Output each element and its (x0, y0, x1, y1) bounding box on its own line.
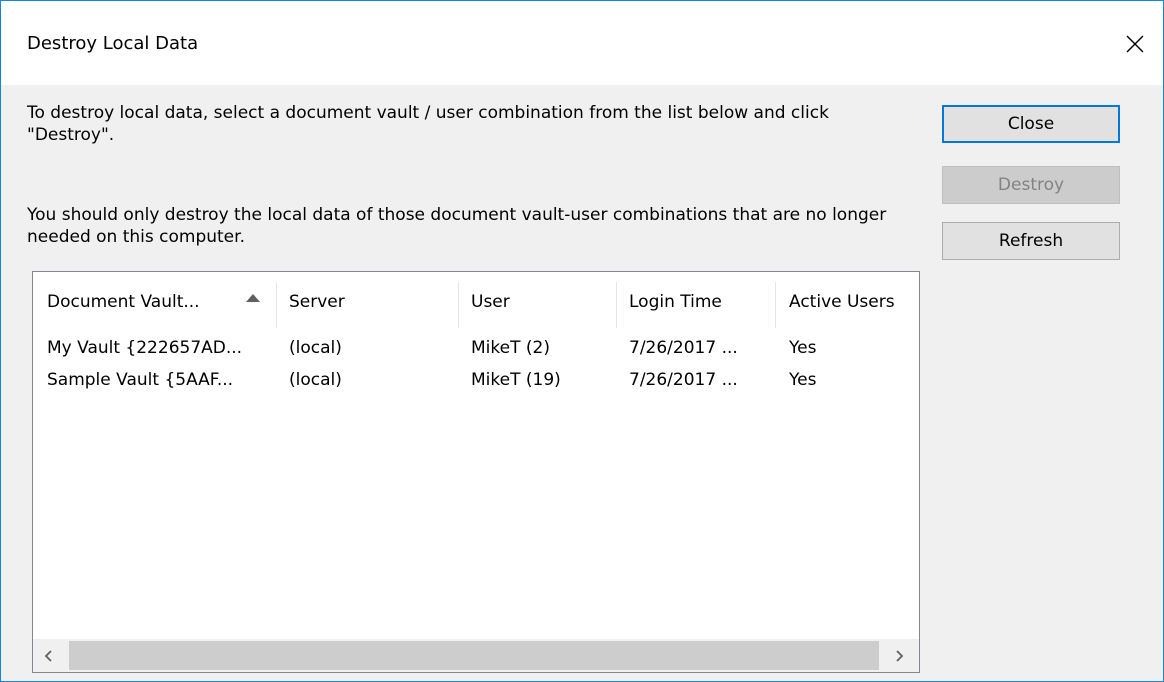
cell-server: (local) (289, 338, 342, 358)
scrollbar-thumb[interactable] (69, 641, 879, 670)
column-header-label: Document Vault... (47, 292, 200, 312)
column-header-label: Login Time (629, 292, 722, 312)
cell-active-users: Yes (789, 370, 817, 390)
cell-user: MikeT (19) (471, 370, 561, 390)
cell-document-vault: Sample Vault {5AAF... (47, 370, 234, 390)
instruction-text-warning: You should only destroy the local data o… (27, 205, 887, 247)
cell-active-users: Yes (789, 338, 817, 358)
column-divider[interactable] (458, 282, 459, 328)
cell-login-time: 7/26/2017 ... (629, 338, 738, 358)
column-header-label: Server (289, 292, 345, 312)
column-header-document-vault[interactable]: Document Vault... (47, 282, 277, 328)
title-bar: Destroy Local Data (1, 1, 1163, 85)
title-close-button[interactable] (1107, 17, 1163, 73)
destroy-local-data-dialog: Destroy Local Data To destroy local data… (0, 0, 1164, 682)
cell-document-vault: My Vault {222657AD... (47, 338, 243, 358)
column-header-user[interactable]: User (471, 282, 616, 328)
scroll-right-button[interactable] (885, 639, 919, 672)
horizontal-scrollbar[interactable] (33, 639, 919, 672)
destroy-button[interactable]: Destroy (942, 166, 1120, 204)
list-header: Document Vault... Server User Login Time… (33, 272, 919, 330)
vault-user-list[interactable]: Document Vault... Server User Login Time… (32, 271, 920, 673)
table-row[interactable]: My Vault {222657AD... (local) MikeT (2) … (33, 332, 919, 364)
refresh-button[interactable]: Refresh (942, 222, 1120, 260)
close-button[interactable]: Close (942, 105, 1120, 143)
instruction-text-select: To destroy local data, select a document… (27, 103, 829, 145)
cell-server: (local) (289, 370, 342, 390)
column-header-login-time[interactable]: Login Time (629, 282, 774, 328)
column-divider[interactable] (276, 282, 277, 328)
table-row[interactable]: Sample Vault {5AAF... (local) MikeT (19)… (33, 364, 919, 396)
column-header-label: Active Users (789, 292, 895, 312)
cell-login-time: 7/26/2017 ... (629, 370, 738, 390)
column-divider[interactable] (775, 282, 776, 328)
column-header-label: User (471, 292, 510, 312)
column-header-active-users[interactable]: Active Users (789, 282, 919, 328)
dialog-title: Destroy Local Data (27, 33, 199, 54)
scroll-right-icon (896, 650, 904, 662)
scroll-left-icon (44, 650, 52, 662)
cell-user: MikeT (2) (471, 338, 550, 358)
close-icon (1126, 35, 1144, 53)
column-divider[interactable] (616, 282, 617, 328)
column-header-server[interactable]: Server (289, 282, 459, 328)
sort-ascending-icon (246, 294, 260, 302)
scroll-left-button[interactable] (33, 639, 67, 672)
